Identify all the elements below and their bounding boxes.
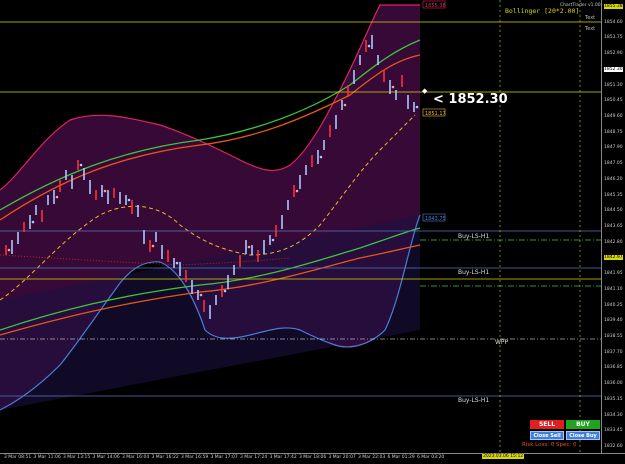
price-tick: 1842.80	[604, 239, 623, 245]
signal-dot	[319, 155, 323, 159]
signal-dot	[127, 198, 131, 202]
price-chart[interactable]: 1855.38 1851.17 1843.75 < 1852.30 Buy-LS…	[0, 0, 601, 453]
signal-dot	[175, 261, 179, 265]
current-price-label: < 1852.30	[433, 92, 508, 107]
buy-ls-label-2: Buy-LS-H1	[458, 269, 489, 276]
signal-dot	[343, 103, 347, 107]
signal-dot	[391, 85, 395, 89]
time-tick: 3 Mar 13:15	[63, 455, 91, 460]
price-tick: 1847.05	[604, 161, 623, 167]
price-tick: 1843.65	[604, 224, 623, 229]
time-tick: 3 Mar 22:03	[358, 455, 386, 460]
price-tick: 1842.97	[604, 255, 623, 261]
lower-line-tag: 1843.75	[425, 216, 446, 222]
time-tick: 3 Mar 16:59	[181, 455, 209, 460]
close-buy-button[interactable]: Close Buy	[566, 431, 600, 440]
price-tick: 1840.25	[604, 302, 623, 308]
buy-ls-label-3: Buy-LS-H1	[458, 397, 489, 404]
time-tick: 3 Mar 18:06	[299, 455, 327, 460]
signal-dot	[223, 289, 227, 293]
price-tick: 1834.30	[604, 412, 623, 418]
price-tick: 1841.95	[604, 271, 623, 277]
wpp-label: WPP	[495, 339, 509, 346]
overlay-text-2: Text	[584, 26, 595, 32]
price-tick: 1837.70	[604, 349, 623, 355]
time-tick: 3 Mar 16:22	[151, 455, 179, 460]
time-tick: 6 Mar 03:20	[417, 455, 445, 460]
price-tick: 1855.38	[604, 4, 623, 9]
signal-dot	[7, 248, 11, 252]
time-tick: 3 Mar 17:24	[240, 455, 268, 460]
signal-dot	[79, 163, 83, 167]
time-tick: 3 Mar 11:06	[33, 455, 61, 460]
small-arrow-marker: ◆	[422, 87, 428, 95]
price-tick: 1848.75	[604, 129, 623, 135]
top-band-tag: 1855.38	[425, 3, 446, 9]
time-tick: 6 Mar 01:29	[387, 455, 415, 460]
signal-dot	[103, 189, 107, 193]
time-tick: 3 Mar 20:07	[328, 455, 356, 460]
signal-dot	[31, 220, 35, 224]
trade-panel: SELL BUY Close Sell Close Buy Risk Loss:…	[522, 420, 600, 452]
signal-dot	[271, 238, 275, 242]
brand-label: ChartTrader v1.00	[560, 2, 601, 8]
price-tick: 1852.90	[604, 51, 623, 57]
price-tick: 1839.40	[604, 318, 623, 324]
indicator-label: Bollinger [20*2.00]	[505, 7, 579, 15]
price-tick: 1846.20	[604, 176, 623, 182]
price-axis: 1855.38 1854.60 1853.75 1852.90 1852.30 1851.…	[601, 0, 625, 453]
time-cursor-tag: 2023.03.06 15:12	[482, 454, 525, 459]
time-tick: 3 Mar 17:42	[269, 455, 297, 460]
price-tick: 1849.60	[604, 114, 623, 119]
signal-dot	[415, 105, 419, 109]
overlay-text-1: Text	[584, 15, 595, 21]
buy-ls-label-1: Buy-LS-H1	[458, 233, 489, 240]
time-axis: 3 Mar 08:51 3 Mar 11:06 3 Mar 13:15 3 Mar 1…	[0, 453, 625, 464]
price-tick: 1850.45	[604, 98, 623, 104]
price-tick: 1854.60	[604, 19, 623, 25]
price-tick: 1853.75	[604, 35, 623, 41]
signal-dot	[199, 293, 203, 297]
price-tick: 1841.10	[604, 286, 623, 292]
price-tick: 1832.60	[604, 444, 623, 449]
time-tick: 3 Mar 14:06	[92, 455, 120, 460]
time-tick: 3 Mar 17:07	[210, 455, 238, 460]
chart-area[interactable]: 1855.38 1851.17 1843.75 < 1852.30 Buy-LS…	[0, 0, 601, 453]
sell-button[interactable]: SELL	[530, 420, 564, 429]
close-sell-button[interactable]: Close Sell	[530, 431, 564, 440]
risk-info-text: Risk Loss: 0 Spec: 0	[522, 442, 577, 448]
price-tick: 1833.45	[604, 428, 623, 434]
price-tick: 1847.90	[604, 145, 623, 151]
signal-dot	[55, 195, 59, 199]
signal-dot	[151, 244, 155, 248]
signal-dot	[295, 189, 299, 193]
price-tick: 1838.55	[604, 334, 623, 339]
signal-dot	[367, 44, 371, 48]
price-tick: 1835.15	[604, 396, 623, 402]
price-tick: 1844.50	[604, 208, 623, 214]
signal-dot	[247, 245, 251, 249]
price-tick: 1845.35	[604, 192, 623, 198]
time-tick: 3 Mar 08:51	[4, 455, 32, 460]
price-tick: 1836.85	[604, 365, 623, 371]
mid-band-tag: 1851.17	[425, 111, 446, 117]
price-tick: 1836.00	[604, 381, 623, 387]
price-tick: 1851.30	[604, 82, 623, 88]
time-tick: 3 Mar 16:04	[122, 455, 150, 460]
price-tick: 1852.30	[604, 66, 623, 72]
buy-button[interactable]: BUY	[566, 420, 600, 429]
